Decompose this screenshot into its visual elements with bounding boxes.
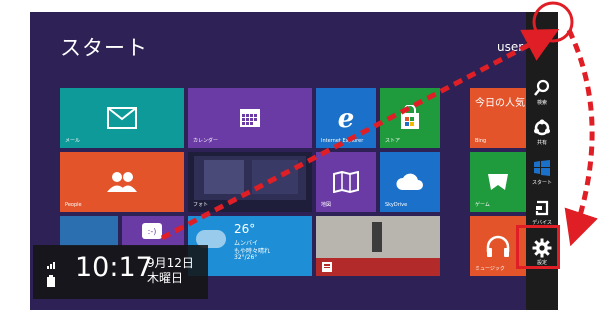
tile-label: 地図 xyxy=(321,202,332,208)
tile-label: Internet Explorer xyxy=(321,138,364,144)
tile-label: カレンダー xyxy=(193,138,219,144)
photos-preview xyxy=(194,156,306,200)
windows-logo-icon xyxy=(526,154,558,182)
screen: スタート user メール カレンダー e Internet Explorer … xyxy=(0,0,604,325)
bing-headline: 今日の人気 xyxy=(475,98,525,109)
svg-text:e: e xyxy=(338,105,355,131)
search-icon xyxy=(526,74,558,102)
news-icon xyxy=(322,262,332,272)
tile-label: メール xyxy=(65,138,81,144)
tile-ie[interactable]: e Internet Explorer xyxy=(316,88,376,148)
tile-messaging[interactable]: :-) xyxy=(122,216,184,246)
weather-temperature: 26° xyxy=(234,222,256,236)
page-title: スタート xyxy=(60,36,148,60)
clock-date: 9月12日 木曜日 xyxy=(147,256,194,286)
tile-news[interactable] xyxy=(316,216,440,276)
tile-label: SkyDrive xyxy=(385,202,408,208)
tile-maps[interactable]: 地図 xyxy=(316,152,376,212)
messaging-icon: :-) xyxy=(142,223,162,239)
charm-label: 共有 xyxy=(536,140,547,146)
tile-photos[interactable]: フォト xyxy=(188,152,312,212)
weather-range: 32°/26° xyxy=(234,254,258,261)
tile-skydrive[interactable]: SkyDrive xyxy=(380,152,440,212)
tile-bing[interactable]: 今日の人気 Bing xyxy=(470,88,526,148)
charm-start[interactable]: スタート xyxy=(526,154,558,194)
news-photo xyxy=(316,216,440,258)
tile-store[interactable]: ストア xyxy=(380,88,440,148)
settings-highlight-box xyxy=(516,225,560,269)
tile-games[interactable]: ゲーム xyxy=(470,152,526,212)
tile-mail[interactable]: メール xyxy=(60,88,184,148)
news-photo-figure xyxy=(372,222,382,252)
tile-calendar[interactable]: カレンダー xyxy=(188,88,312,148)
gesture-arrow-curve xyxy=(564,28,598,247)
charm-search[interactable]: 検索 xyxy=(526,74,558,114)
clock-date-day: 9月12日 xyxy=(147,256,194,270)
tile-label: ゲーム xyxy=(475,202,490,208)
tile-label: Bing xyxy=(475,138,487,144)
preview-window xyxy=(204,160,244,194)
charm-share[interactable]: 共有 xyxy=(526,114,558,154)
preview-window xyxy=(252,160,298,194)
tile-label: ストア xyxy=(385,138,401,144)
charm-label: 検索 xyxy=(536,100,547,106)
clock-weekday: 木曜日 xyxy=(147,271,184,285)
tile-label: フォト xyxy=(193,202,209,208)
battery-icon xyxy=(47,275,55,287)
news-label-bar xyxy=(316,258,440,276)
user-name[interactable]: user xyxy=(497,40,523,54)
tile-label: ミュージック xyxy=(475,266,505,272)
tile-people[interactable]: People xyxy=(60,152,184,212)
charm-label: スタート xyxy=(531,180,552,186)
devices-icon xyxy=(526,194,558,222)
svg-text::-): :-) xyxy=(148,227,157,236)
clock-time: 10:17 xyxy=(75,252,153,283)
clock-overlay: 10:17 9月12日 木曜日 xyxy=(33,245,208,299)
tile-desktop[interactable] xyxy=(60,216,118,246)
network-signal-icon xyxy=(47,262,55,269)
tile-label: People xyxy=(65,202,82,208)
share-icon xyxy=(526,114,558,142)
